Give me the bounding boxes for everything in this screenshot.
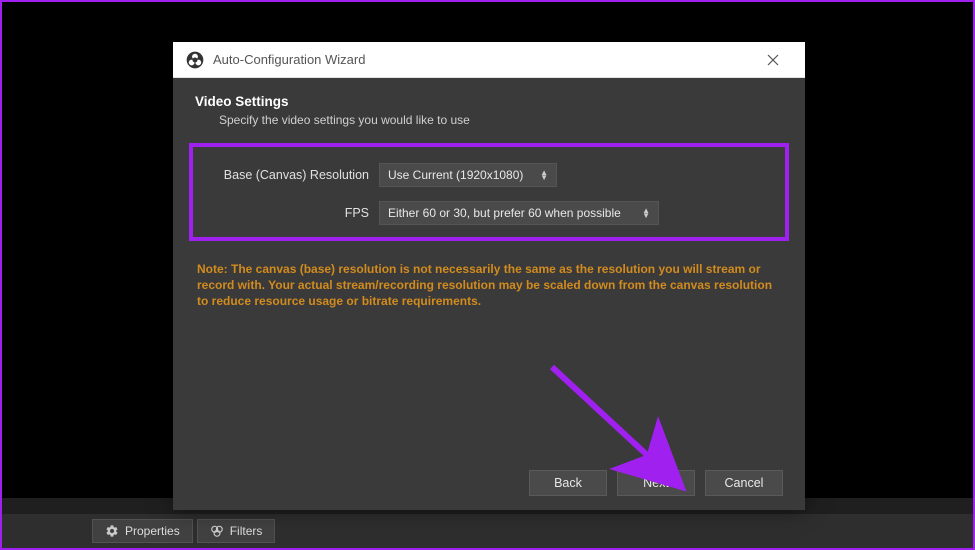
resolution-label: Base (Canvas) Resolution [211,168,369,182]
properties-button[interactable]: Properties [92,519,193,543]
properties-label: Properties [125,524,180,538]
stepper-icon: ▲▼ [638,208,650,218]
filters-label: Filters [230,524,263,538]
app-icon [185,50,205,70]
resolution-select[interactable]: Use Current (1920x1080) ▲▼ [379,163,557,187]
dialog-content: Video Settings Specify the video setting… [173,78,805,510]
fps-select[interactable]: Either 60 or 30, but prefer 60 when poss… [379,201,659,225]
resolution-note: Note: The canvas (base) resolution is no… [195,261,783,310]
resolution-value: Use Current (1920x1080) [388,168,523,182]
wizard-window: Auto-Configuration Wizard Video Settings… [173,42,805,510]
filters-icon [210,524,224,538]
fps-label: FPS [211,206,369,220]
next-label: Next [643,476,669,490]
back-button[interactable]: Back [529,470,607,496]
section-heading: Video Settings [195,94,783,109]
dialog-button-row: Back Next Cancel [195,458,783,496]
back-label: Back [554,476,582,490]
gear-icon [105,524,119,538]
highlighted-settings-frame: Base (Canvas) Resolution Use Current (19… [189,143,789,241]
cancel-button[interactable]: Cancel [705,470,783,496]
next-button[interactable]: Next [617,470,695,496]
window-title: Auto-Configuration Wizard [213,52,753,67]
close-icon [767,54,779,66]
close-button[interactable] [753,42,793,78]
fps-row: FPS Either 60 or 30, but prefer 60 when … [211,201,767,225]
titlebar: Auto-Configuration Wizard [173,42,805,78]
resolution-row: Base (Canvas) Resolution Use Current (19… [211,163,767,187]
section-subheading: Specify the video settings you would lik… [219,113,783,127]
filters-button[interactable]: Filters [197,519,276,543]
cancel-label: Cancel [725,476,764,490]
fps-value: Either 60 or 30, but prefer 60 when poss… [388,206,621,220]
stepper-icon: ▲▼ [536,170,548,180]
app-bottom-toolbar: Properties Filters [2,514,973,548]
